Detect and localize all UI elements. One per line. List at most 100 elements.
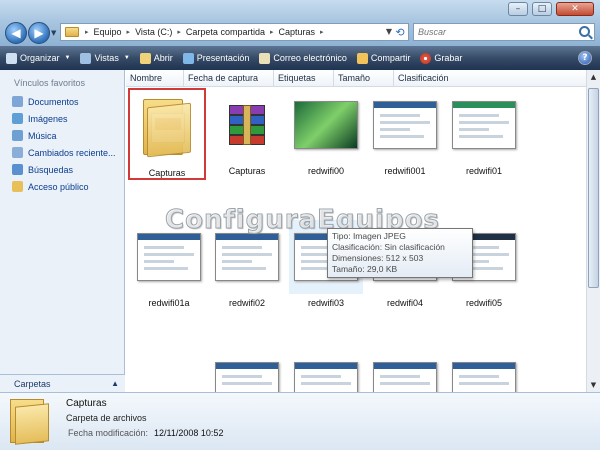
file-name: redwifi02 [228, 298, 266, 308]
chevron-right-icon[interactable]: ▸ [318, 28, 326, 36]
breadcrumb-equipo[interactable]: Equipo [91, 27, 125, 37]
recent-pages-dropdown[interactable]: ▼ [51, 29, 56, 37]
recent-icon [12, 147, 23, 158]
file-name: redwifi04 [386, 298, 424, 308]
search-input[interactable] [414, 27, 574, 37]
chevron-right-icon[interactable]: ▸ [268, 28, 276, 36]
views-button[interactable]: Vistas ▼ [80, 52, 130, 64]
fav-label: Búsquedas [28, 164, 74, 175]
file-item[interactable]: redwifi01 [445, 88, 523, 176]
screenshot-icon [452, 362, 516, 392]
public-folder-icon [12, 181, 23, 192]
pictures-icon [12, 113, 23, 124]
refresh-icon[interactable]: ⟲ [390, 22, 410, 42]
desktop-screenshot-icon [294, 101, 358, 149]
file-item[interactable]: redwifi02 [208, 220, 286, 308]
views-label: Vistas [94, 53, 119, 63]
address-bar[interactable]: ▸ Equipo ▸ Vista (C:) ▸ Carpeta comparti… [60, 23, 409, 41]
search-icon[interactable] [579, 26, 590, 37]
open-icon [139, 52, 151, 64]
screenshot-icon [294, 362, 358, 392]
column-name[interactable]: Nombre [126, 70, 184, 86]
fav-label: Música [28, 130, 57, 141]
tooltip-rating: Clasificación: Sin clasificación [332, 242, 445, 252]
fav-documents[interactable]: Documentos [0, 93, 124, 110]
fav-label: Imágenes [28, 113, 68, 124]
file-item[interactable] [445, 349, 523, 392]
image-thumbnail [447, 88, 521, 162]
back-button[interactable]: ◀ [5, 22, 27, 44]
folders-toggle[interactable]: Carpetas ▲ [0, 374, 125, 392]
file-item[interactable] [208, 349, 286, 392]
folders-label: Carpetas [14, 378, 51, 389]
image-thumbnail [210, 220, 284, 294]
forward-arrow-icon: ▶ [34, 26, 44, 40]
screenshot-icon [373, 101, 437, 149]
chevron-right-icon[interactable]: ▸ [175, 28, 183, 36]
breadcrumb-capturas[interactable]: Capturas [275, 27, 318, 37]
file-item[interactable]: Capturas [128, 88, 206, 180]
fav-music[interactable]: Música [0, 127, 124, 144]
share-button[interactable]: Compartir [356, 52, 411, 64]
minimize-button[interactable]: – [508, 2, 528, 16]
slideshow-button[interactable]: Presentación [182, 52, 249, 64]
folder-icon [65, 27, 79, 37]
vertical-scrollbar[interactable]: ▲ ▼ [586, 70, 600, 392]
chevron-down-icon: ▼ [64, 55, 71, 61]
file-item[interactable]: redwifi00 [287, 88, 365, 176]
file-name: redwifi01a [148, 298, 190, 308]
searches-icon [12, 164, 23, 175]
disc-icon [420, 52, 432, 64]
file-item[interactable]: redwifi001 [366, 88, 444, 176]
image-thumbnail [289, 349, 363, 392]
file-name: redwifi05 [465, 298, 503, 308]
forward-button[interactable]: ▶ [28, 22, 50, 44]
column-headers: Nombre Fecha de captura Etiquetas Tamaño… [126, 70, 586, 87]
screenshot-icon [452, 101, 516, 149]
fav-label: Documentos [28, 96, 79, 107]
fav-searches[interactable]: Búsquedas [0, 161, 124, 178]
details-modified-value: 12/11/2008 10:52 [154, 428, 224, 438]
scroll-down-icon[interactable]: ▼ [587, 378, 600, 392]
details-name: Capturas [66, 398, 107, 409]
fav-public[interactable]: Acceso público [0, 178, 124, 195]
chevron-right-icon[interactable]: ▸ [125, 28, 133, 36]
help-icon[interactable]: ? [578, 51, 592, 65]
email-label: Correo electrónico [273, 53, 347, 63]
share-label: Compartir [370, 53, 411, 63]
close-button[interactable]: ✕ [556, 2, 594, 16]
image-thumbnail [447, 349, 521, 392]
fav-pictures[interactable]: Imágenes [0, 110, 124, 127]
maximize-button[interactable]: □ [532, 2, 552, 16]
scroll-up-icon[interactable]: ▲ [587, 70, 600, 84]
chevron-right-icon[interactable]: ▸ [83, 28, 91, 36]
file-item[interactable]: Capturas [208, 88, 286, 176]
file-item[interactable]: redwifi01a [130, 220, 208, 308]
scroll-thumb[interactable] [588, 88, 599, 288]
rar-archive-icon [229, 105, 265, 145]
breadcrumb-carpeta-compartida[interactable]: Carpeta compartida [183, 27, 268, 37]
details-type: Carpeta de archivos [66, 413, 147, 423]
details-modified-label: Fecha modificación: [68, 428, 149, 438]
breadcrumb-vista[interactable]: Vista (C:) [132, 27, 175, 37]
column-tags[interactable]: Etiquetas [274, 70, 334, 86]
email-button[interactable]: Correo electrónico [259, 52, 347, 64]
column-date-captured[interactable]: Fecha de captura [184, 70, 274, 86]
views-icon [80, 52, 92, 64]
file-item[interactable] [366, 349, 444, 392]
search-box[interactable] [413, 23, 595, 41]
file-item[interactable] [287, 349, 365, 392]
title-bar: – □ ✕ ◀ ▶ ▼ ▸ Equipo ▸ Vista (C:) ▸ Carp… [0, 0, 600, 46]
fav-label: Acceso público [28, 181, 89, 192]
image-thumbnail [132, 220, 206, 294]
burn-button[interactable]: Grabar [420, 52, 462, 64]
open-button[interactable]: Abrir [139, 52, 173, 64]
image-thumbnail [210, 349, 284, 392]
column-size[interactable]: Tamaño [334, 70, 394, 86]
favorite-links-heading: Vínculos favoritos [14, 78, 86, 88]
column-rating[interactable]: Clasificación [394, 70, 484, 86]
chevron-down-icon: ▼ [123, 55, 130, 61]
organize-button[interactable]: Organizar ▼ [6, 52, 71, 64]
screenshot-icon [373, 362, 437, 392]
fav-recent[interactable]: Cambiados reciente... [0, 144, 124, 161]
